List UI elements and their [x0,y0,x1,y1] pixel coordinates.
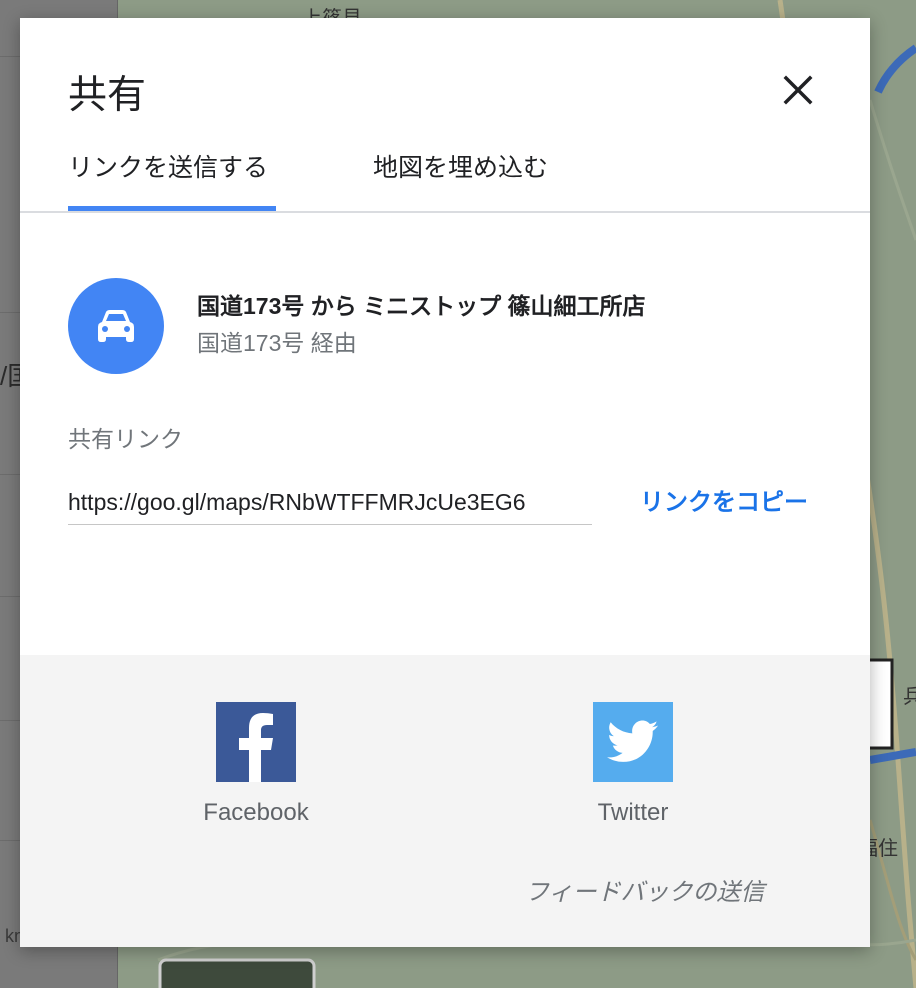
facebook-label: Facebook [203,799,309,826]
route-subtitle: 国道173号 経由 [197,330,357,356]
twitter-label: Twitter [597,799,669,826]
tab-divider [20,211,870,213]
share-link-input[interactable] [68,481,592,525]
facebook-icon [216,702,296,782]
dialog-title: 共有 [68,74,147,117]
send-feedback-link[interactable]: フィードバックの送信 [525,875,765,911]
route-title: 国道173号 から ミニストップ 篠山細工所店 [197,293,646,319]
tab-embed-map[interactable]: 地図を埋め込む [373,148,563,212]
share-link-label: 共有リンク [68,426,183,452]
map-label-hyo: 兵 [903,686,916,708]
twitter-icon [593,702,673,782]
twitter-share-button[interactable]: Twitter [573,702,693,830]
share-footer: Facebook Twitter フィードバックの送信 [20,655,870,947]
facebook-share-button[interactable]: Facebook [196,702,316,830]
car-icon [98,310,134,342]
close-icon [783,75,813,105]
route-icon-circle [68,278,164,374]
copy-link-button[interactable]: リンクをコピー [640,485,820,521]
close-button[interactable] [774,66,822,114]
share-dialog: 共有 リンクを送信する 地図を埋め込む 国道173号 から ミニストップ 篠山細… [20,18,870,947]
tab-send-link[interactable]: リンクを送信する [68,148,276,212]
